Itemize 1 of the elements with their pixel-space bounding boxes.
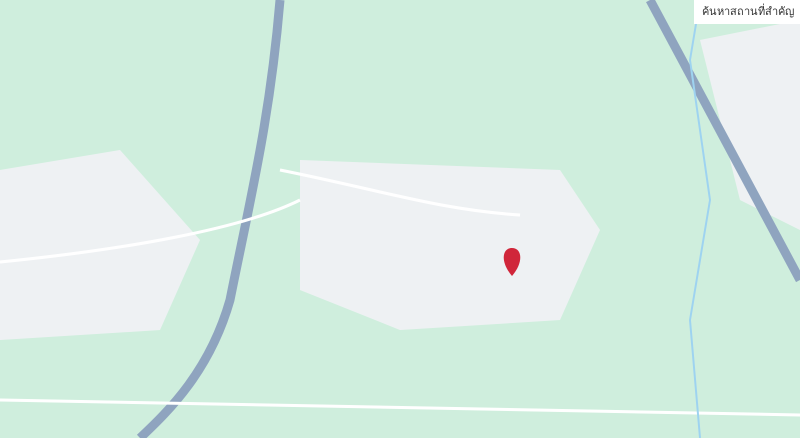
search-label[interactable]: ค้นหาสถานที่สำคัญ xyxy=(694,0,800,24)
